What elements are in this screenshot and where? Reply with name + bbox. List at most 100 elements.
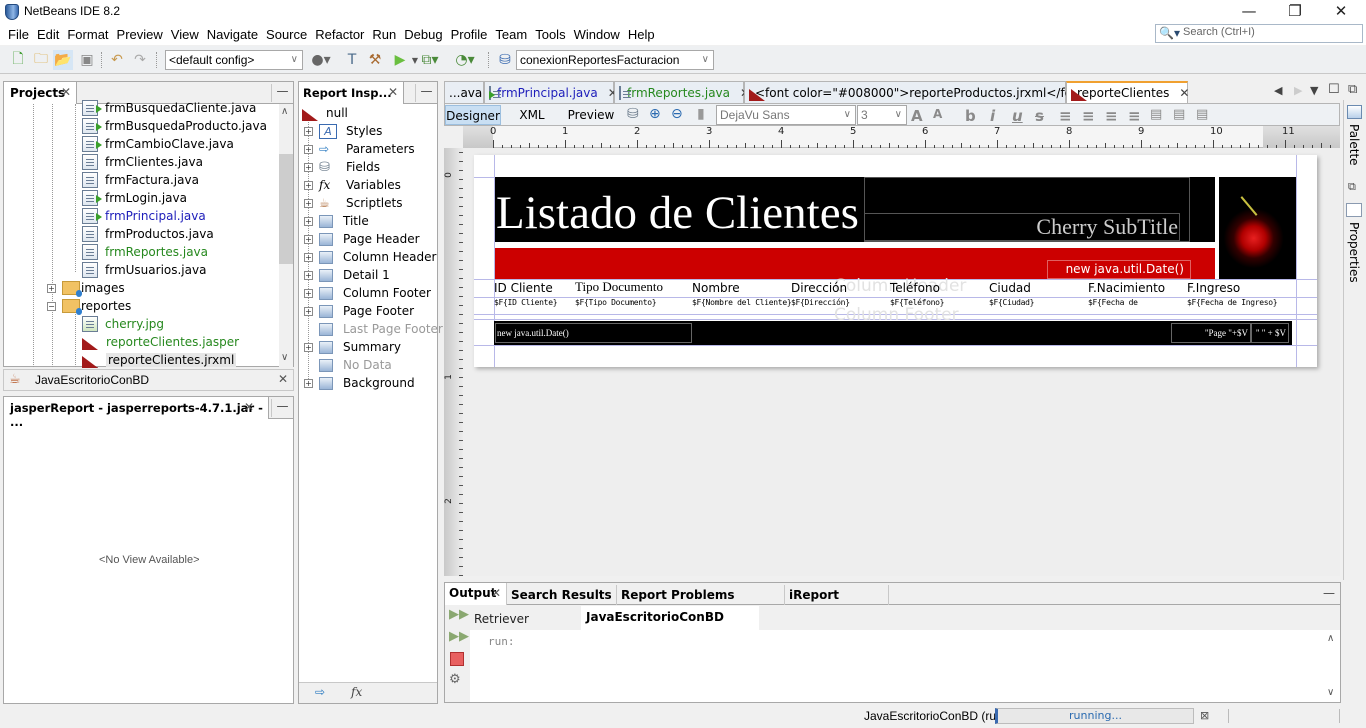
tab-search-results[interactable]: Search Results — [507, 585, 617, 605]
minimize-panel-icon[interactable]: — — [271, 399, 293, 417]
bold-icon[interactable]: b — [965, 107, 976, 125]
globe-icon[interactable]: ●▾ — [311, 50, 331, 70]
settings-icon[interactable]: ⚙ — [449, 672, 461, 687]
inspector-item-column-header[interactable]: + Column Header — [304, 248, 436, 266]
list-item[interactable]: frmLogin.java — [82, 189, 187, 207]
list-item[interactable]: frmUsuarios.java — [82, 261, 206, 279]
expand-icon[interactable]: + — [47, 283, 56, 293]
report-title[interactable]: Listado de Clientes — [496, 184, 859, 242]
expand-icon[interactable]: + — [304, 378, 313, 388]
view-designer-button[interactable]: Designer — [445, 105, 501, 125]
report-page[interactable]: Listado de Clientes Cherry SubTitle new … — [474, 155, 1317, 367]
expand-icon[interactable]: + — [304, 270, 313, 280]
inspector-item-background[interactable]: + Background — [304, 374, 415, 392]
underline-icon[interactable]: u — [1012, 107, 1023, 125]
view-preview-button[interactable]: Preview — [563, 105, 619, 125]
palette-button[interactable]: Palette — [1347, 124, 1361, 166]
detail-field[interactable]: $F{Fecha de Ingreso} — [1187, 298, 1278, 307]
close-button[interactable]: ✕ — [1318, 0, 1364, 22]
zoom-in-icon[interactable]: ⊕ — [649, 106, 661, 122]
close-icon[interactable]: ✕ — [278, 372, 288, 386]
list-item-selected[interactable]: reporteClientes.jrxml — [82, 351, 237, 369]
italic-icon[interactable]: i — [990, 107, 995, 125]
detail-field[interactable]: $F{Teléfono} — [890, 298, 945, 307]
font-size-select[interactable]: 3 ∨ — [857, 105, 907, 125]
menu-format[interactable]: Format — [63, 25, 112, 45]
close-icon[interactable]: ✕ — [1179, 86, 1189, 100]
column-header[interactable]: Dirección — [791, 281, 847, 295]
align-justify-icon[interactable]: ≡ — [1082, 107, 1095, 125]
expand-icon[interactable]: + — [304, 126, 313, 136]
tab-projects[interactable]: Projects ✕ — [4, 82, 77, 104]
close-icon[interactable]: ✕ — [61, 85, 71, 99]
tab-report-inspector[interactable]: Report Insp... ✕ — [299, 82, 404, 104]
detail-field[interactable]: $F{Tipo Documento} — [575, 298, 657, 307]
detail-field[interactable]: $F{ID Cliente} — [494, 298, 558, 307]
menu-run[interactable]: Run — [368, 25, 400, 45]
column-header[interactable]: Teléfono — [890, 281, 940, 295]
config-select[interactable]: <default config> ∨ — [165, 50, 303, 70]
search-icon[interactable]: 🔍▾ — [1159, 26, 1180, 40]
tab-list-dropdown-icon[interactable]: ▼ — [1310, 84, 1318, 97]
subtab-run-output[interactable]: JavaEscritorioConBD (run)✕ — [581, 606, 759, 646]
menu-help[interactable]: Help — [624, 25, 659, 45]
tab-navigator[interactable]: jasperReport - jasperreports-4.7.1.jar -… — [4, 397, 269, 429]
list-item[interactable]: frmPrincipal.java — [82, 207, 206, 225]
menu-navigate[interactable]: Navigate — [203, 25, 262, 45]
inspector-item-no-data[interactable]: No Data — [319, 356, 392, 374]
tab-report-problems[interactable]: Report Problems Window — [617, 585, 785, 622]
format-painter-icon[interactable]: ▮ — [697, 106, 705, 122]
menu-preview[interactable]: Preview — [113, 25, 167, 45]
filter-parameters-icon[interactable]: ⇨ — [315, 685, 325, 699]
inspector-item-scriptlets[interactable]: + ☕ Scriptlets — [304, 194, 402, 212]
cancel-task-icon[interactable]: ⊠ — [1200, 709, 1209, 722]
inspector-item-title[interactable]: + Title — [304, 212, 369, 230]
maximize-icon[interactable]: ☐ — [1328, 82, 1340, 97]
list-item[interactable]: frmReportes.java — [82, 243, 208, 261]
menu-tools[interactable]: Tools — [531, 25, 569, 45]
redo-icon[interactable]: ↷ — [130, 50, 150, 70]
scroll-tabs-left-icon[interactable]: ◀ — [1274, 84, 1282, 97]
inspector-item-parameters[interactable]: + ⇨ Parameters — [304, 140, 415, 158]
minimize-panel-icon[interactable]: — — [1323, 586, 1335, 600]
float-window-icon[interactable]: ⧉ — [1348, 180, 1356, 194]
close-icon[interactable]: ✕ — [491, 583, 501, 603]
report-subtitle[interactable]: Cherry SubTitle — [866, 214, 1178, 240]
expand-icon[interactable]: + — [304, 144, 313, 154]
tab-output[interactable]: Output ✕ — [445, 583, 507, 605]
scrollbar-thumb[interactable] — [279, 154, 293, 264]
inspector-item-page-header[interactable]: + Page Header — [304, 230, 420, 248]
detail-field[interactable]: $F{Ciudad} — [989, 298, 1034, 307]
inspector-item-detail[interactable]: + Detail 1 — [304, 266, 390, 284]
close-icon[interactable]: ✕ — [388, 85, 398, 99]
profile-icon[interactable]: ◔▾ — [455, 50, 475, 70]
align-center-icon[interactable]: ≡ — [1105, 107, 1118, 125]
expand-icon[interactable]: + — [304, 288, 313, 298]
close-icon[interactable]: ✕ — [244, 400, 254, 414]
clean-build-icon[interactable]: ⚒ — [365, 50, 385, 70]
column-header[interactable]: F.Ingreso — [1187, 281, 1240, 295]
decrease-font-icon[interactable]: A — [933, 107, 942, 121]
align-middle-icon[interactable]: ▤ — [1173, 107, 1185, 122]
inspector-item-page-footer[interactable]: + Page Footer — [304, 302, 414, 320]
collapse-icon[interactable]: − — [47, 301, 56, 311]
menu-profile[interactable]: Profile — [447, 25, 492, 45]
list-item[interactable]: frmProductos.java — [82, 225, 214, 243]
search-input[interactable]: 🔍▾ Search (Ctrl+I) — [1155, 24, 1363, 43]
minimize-panel-icon[interactable]: — — [415, 84, 437, 102]
expand-icon[interactable]: + — [304, 252, 313, 262]
scroll-tabs-right-icon[interactable]: ▶ — [1294, 84, 1302, 97]
new-file-icon[interactable]: 🗋 — [8, 50, 28, 70]
output-console[interactable]: run: ∧ ∨ — [470, 630, 1340, 702]
menu-edit[interactable]: Edit — [33, 25, 63, 45]
build-hammer-icon[interactable]: T — [342, 50, 362, 70]
debug-icon[interactable]: ⧉▾ — [420, 50, 440, 70]
list-item[interactable]: frmBusquedaProducto.java — [82, 117, 267, 135]
minimize-button[interactable]: — — [1226, 0, 1272, 22]
footer-page-field[interactable]: "Page "+$V — [1171, 323, 1251, 343]
editor-tab-active[interactable]: reporteClientes ✕ — [1066, 81, 1189, 103]
expand-icon[interactable]: + — [304, 198, 313, 208]
progress-bar[interactable]: running... — [995, 708, 1194, 724]
editor-tab[interactable]: frmReportes.java✕ — [614, 81, 750, 103]
inspector-root[interactable]: null — [302, 104, 348, 122]
